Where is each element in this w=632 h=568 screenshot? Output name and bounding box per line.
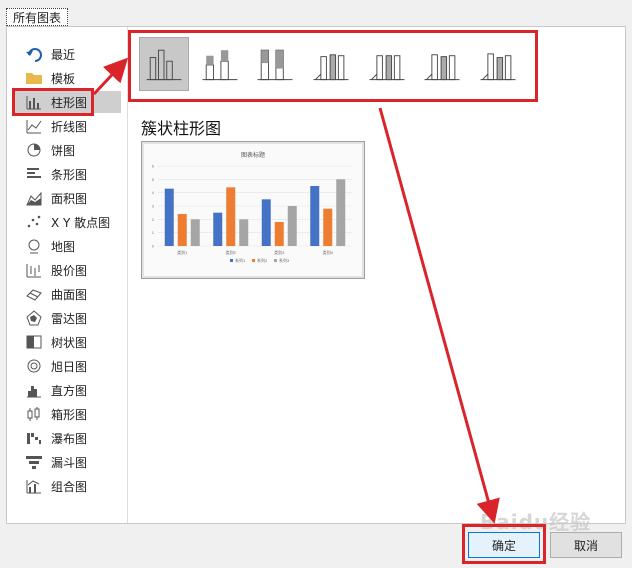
x-tick-label: 类别1 <box>177 249 188 255</box>
undo-arrow-icon <box>25 46 43 62</box>
sidebar-item[interactable]: 直方图 <box>13 379 121 401</box>
bar <box>239 219 249 246</box>
sidebar-item-label: X Y 散点图 <box>51 215 111 230</box>
radar-chart-icon <box>25 310 43 326</box>
y-tick-label: 3 <box>152 204 155 209</box>
sidebar-item[interactable]: 漏斗图 <box>13 451 121 473</box>
surface-chart-icon <box>25 286 43 302</box>
y-tick-label: 6 <box>152 164 155 169</box>
box-whisker-chart-icon <box>25 406 43 422</box>
sidebar-item[interactable]: 组合图 <box>13 475 121 497</box>
sidebar-item[interactable]: 曲面图 <box>13 283 121 305</box>
sidebar-item[interactable]: 折线图 <box>13 115 121 137</box>
sidebar-item[interactable]: 面积图 <box>13 187 121 209</box>
y-tick-label: 4 <box>152 190 155 195</box>
bar <box>213 212 223 246</box>
sidebar-item[interactable]: 树状图 <box>13 331 121 353</box>
tab-all-charts[interactable]: 所有图表 <box>6 8 68 26</box>
map-chart-icon <box>25 238 43 254</box>
legend-label: 系列3 <box>279 257 290 263</box>
chart-preview: 图表标题 0 1 2 3 4 5 6 类别1 类别2 类别3 类别4 系列1 系列2 系列3 <box>141 141 365 279</box>
x-tick-label: 类别4 <box>323 249 334 255</box>
bar-chart-icon <box>25 166 43 182</box>
bar <box>336 179 346 246</box>
bar <box>261 199 271 246</box>
funnel-chart-icon <box>25 454 43 470</box>
legend-label: 系列1 <box>235 257 246 263</box>
sidebar-item-label: 面积图 <box>51 191 88 206</box>
sidebar-item-label: 模板 <box>51 71 76 86</box>
sidebar-item[interactable]: 地图 <box>13 235 121 257</box>
sidebar-item-label: 最近 <box>51 47 76 62</box>
legend-label: 系列2 <box>257 257 268 263</box>
cancel-button[interactable]: 取消 <box>550 532 622 558</box>
sidebar-item[interactable]: 箱形图 <box>13 403 121 425</box>
sidebar-item-label: 树状图 <box>51 335 88 350</box>
treemap-chart-icon <box>25 334 43 350</box>
pie-chart-icon <box>25 142 43 158</box>
y-tick-label: 5 <box>152 177 155 182</box>
stock-chart-icon <box>25 262 43 278</box>
highlight-sidebar-column <box>12 88 94 116</box>
sidebar-item[interactable]: 雷达图 <box>13 307 121 329</box>
chart-title: 图表标题 <box>241 151 265 159</box>
sidebar-item-label: 组合图 <box>51 479 88 494</box>
sidebar-item-label: 旭日图 <box>51 359 88 374</box>
folder-icon <box>25 70 43 86</box>
x-tick-label: 类别3 <box>274 249 285 255</box>
sidebar-item[interactable]: 条形图 <box>13 163 121 185</box>
sidebar-item-label: 箱形图 <box>51 407 88 422</box>
sidebar-item[interactable]: 股价图 <box>13 259 121 281</box>
bar <box>310 186 320 246</box>
subtype-heading: 簇状柱形图 <box>141 119 222 138</box>
bar <box>323 208 333 246</box>
sidebar-item-label: 饼图 <box>51 143 76 158</box>
legend-swatch <box>252 259 255 262</box>
sidebar-item-label: 直方图 <box>51 383 88 398</box>
highlight-ok-button <box>462 524 546 564</box>
sidebar-item-label: 条形图 <box>51 167 88 182</box>
highlight-subtypes <box>128 30 538 102</box>
sidebar-item-label: 漏斗图 <box>51 455 88 470</box>
sidebar-item[interactable]: X Y 散点图 <box>13 211 121 233</box>
sidebar-item-label: 瀑布图 <box>51 431 88 446</box>
area-chart-icon <box>25 190 43 206</box>
line-chart-icon <box>25 118 43 134</box>
y-tick-label: 1 <box>152 230 155 235</box>
histogram-chart-icon <box>25 382 43 398</box>
y-tick-label: 2 <box>152 217 155 222</box>
bar <box>226 187 236 246</box>
sidebar-item-label: 雷达图 <box>51 311 88 326</box>
legend-swatch <box>274 259 277 262</box>
sidebar-item-label: 曲面图 <box>51 287 88 302</box>
sidebar-item-label: 股价图 <box>51 263 88 278</box>
sidebar-item[interactable]: 最近 <box>13 43 121 65</box>
sidebar-item[interactable]: 瀑布图 <box>13 427 121 449</box>
bar <box>177 214 187 246</box>
sunburst-chart-icon <box>25 358 43 374</box>
combo-chart-icon <box>25 478 43 494</box>
sidebar-item-label: 折线图 <box>51 119 88 134</box>
sidebar-item[interactable]: 模板 <box>13 67 121 89</box>
bar <box>164 188 174 246</box>
x-tick-label: 类别2 <box>226 249 237 255</box>
legend-swatch <box>230 259 233 262</box>
scatter-chart-icon <box>25 214 43 230</box>
preview-chart: 图表标题 0 1 2 3 4 5 6 类别1 类别2 类别3 类别4 系列1 系列2 系列3 <box>152 151 352 263</box>
bar <box>287 206 297 246</box>
sidebar-item[interactable]: 旭日图 <box>13 355 121 377</box>
y-tick-label: 0 <box>152 244 155 249</box>
sidebar-item-label: 地图 <box>51 239 76 254</box>
bar <box>190 219 200 246</box>
bar <box>274 222 284 246</box>
sidebar-item[interactable]: 饼图 <box>13 139 121 161</box>
waterfall-chart-icon <box>25 430 43 446</box>
